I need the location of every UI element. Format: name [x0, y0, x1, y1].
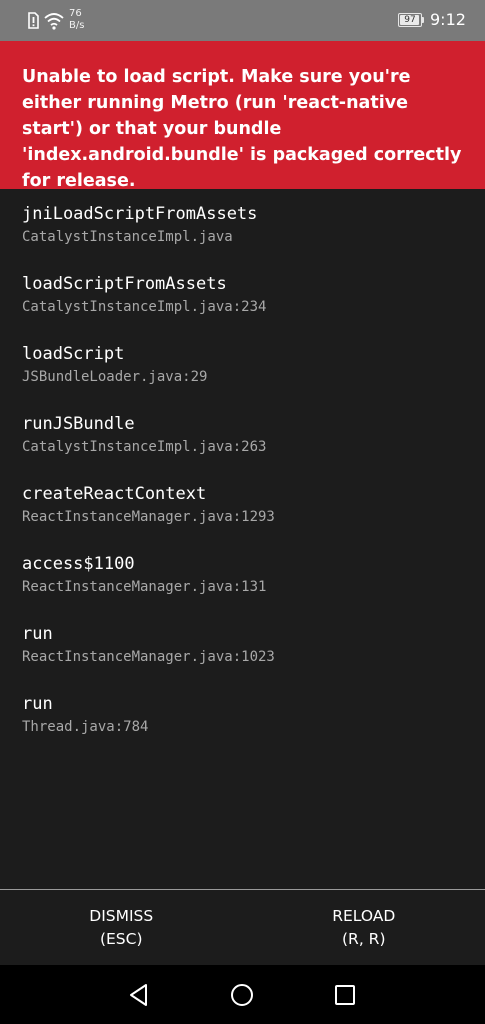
stack-frame-file: ReactInstanceManager.java:1293 [22, 509, 275, 525]
dismiss-label: DISMISS [89, 907, 154, 925]
redbox-footer: DISMISS (ESC) RELOAD (R, R) [0, 889, 485, 966]
reload-shortcut: (R, R) [342, 930, 386, 948]
stack-frame-method: loadScriptFromAssets [22, 274, 227, 294]
stack-frame-file: ReactInstanceManager.java:1023 [22, 649, 275, 665]
stack-frame-method: jniLoadScriptFromAssets [22, 204, 258, 224]
stack-frame-method: access$1100 [22, 554, 135, 574]
reload-label: RELOAD [332, 907, 396, 925]
stack-frame-method: run [22, 624, 53, 644]
stack-frame[interactable]: access$1100 ReactInstanceManager.java:13… [22, 552, 467, 622]
navigation-bar [0, 965, 485, 1024]
stack-frame[interactable]: run ReactInstanceManager.java:1023 [22, 622, 467, 692]
stack-frame[interactable]: createReactContext ReactInstanceManager.… [22, 482, 467, 552]
home-button[interactable] [228, 981, 256, 1009]
back-button[interactable] [125, 981, 153, 1009]
wifi-icon [44, 12, 64, 30]
stack-frame-file: CatalystInstanceImpl.java [22, 229, 233, 245]
dismiss-shortcut: (ESC) [99, 930, 143, 948]
battery-level: 97 [404, 15, 416, 25]
stack-frame-file: CatalystInstanceImpl.java:234 [22, 299, 267, 315]
stack-frame[interactable]: loadScriptFromAssets CatalystInstanceImp… [22, 272, 467, 342]
reload-button[interactable]: RELOAD (R, R) [243, 890, 485, 966]
stack-trace[interactable]: jniLoadScriptFromAssets CatalystInstance… [22, 202, 467, 762]
network-speed-unit: B/s [69, 20, 85, 31]
home-icon [231, 984, 253, 1006]
battery-tip [422, 17, 424, 23]
stack-frame-file: CatalystInstanceImpl.java:263 [22, 439, 267, 455]
stack-frame-method: createReactContext [22, 484, 207, 504]
stack-frame-file: ReactInstanceManager.java:131 [22, 579, 267, 595]
network-speed: 76 B/s [69, 8, 84, 32]
stack-frame-file: Thread.java:784 [22, 719, 149, 735]
stack-frame[interactable]: jniLoadScriptFromAssets CatalystInstance… [22, 202, 467, 272]
stack-frame-method: run [22, 694, 53, 714]
error-message: Unable to load script. Make sure you're … [22, 67, 462, 191]
stack-frame-method: runJSBundle [22, 414, 135, 434]
status-bar: 76 B/s 97 9:12 [0, 0, 485, 41]
back-icon [130, 984, 147, 1006]
stack-frame-file: JSBundleLoader.java:29 [22, 369, 208, 385]
stack-frame[interactable]: loadScript JSBundleLoader.java:29 [22, 342, 467, 412]
error-banner: Unable to load script. Make sure you're … [0, 41, 485, 191]
stack-frame-method: loadScript [22, 344, 125, 364]
stack-frame[interactable]: runJSBundle CatalystInstanceImpl.java:26… [22, 412, 467, 482]
stack-frame[interactable]: run Thread.java:784 [22, 692, 467, 762]
dismiss-button[interactable]: DISMISS (ESC) [0, 890, 243, 966]
recents-icon [335, 985, 355, 1005]
network-speed-value: 76 [69, 8, 82, 19]
alert-icon [26, 12, 40, 30]
clock: 9:12 [430, 10, 466, 29]
recents-button[interactable] [331, 981, 359, 1009]
status-icons [26, 10, 64, 32]
battery-icon: 97 [398, 13, 422, 27]
